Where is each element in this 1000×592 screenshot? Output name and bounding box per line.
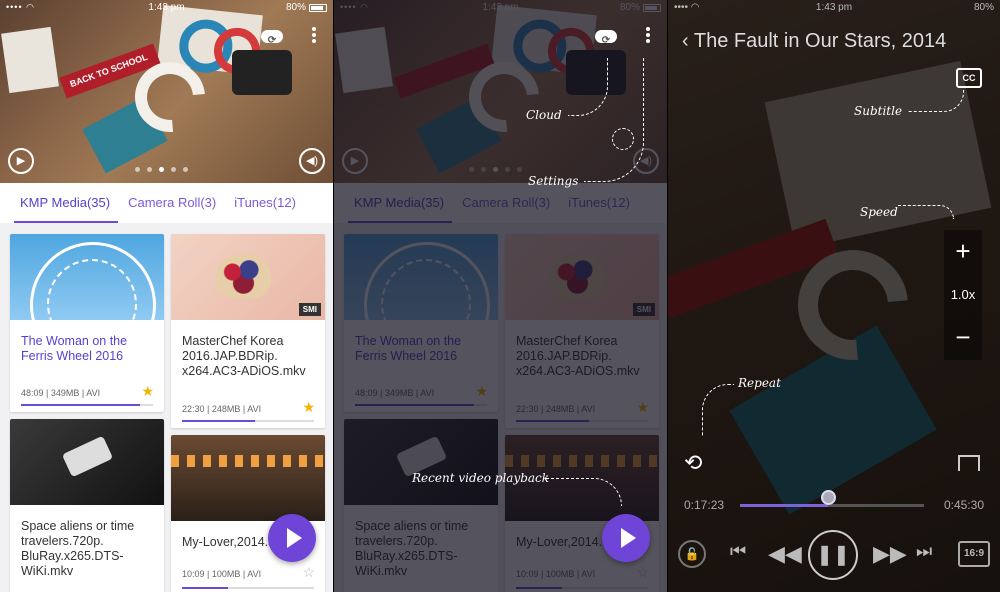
play-banner-icon[interactable]: ▶ xyxy=(8,148,34,174)
video-card[interactable]: The Woman on the Ferris Wheel 2016 48:09… xyxy=(10,234,164,412)
video-card[interactable]: Space aliens or time travelers.720p. Blu… xyxy=(10,419,164,592)
status-time: 1:43 pm xyxy=(148,2,185,13)
cloud-hint: Cloud xyxy=(526,108,562,122)
tab-camera-roll[interactable]: Camera Roll(3) xyxy=(128,183,216,223)
battery-percent: 80% xyxy=(285,2,306,13)
favorite-star-icon[interactable]: ★ xyxy=(141,383,154,400)
cloud-icon[interactable]: ⟳ xyxy=(593,26,619,48)
repeat-icon[interactable]: ⟲ xyxy=(684,450,702,476)
hero-camera xyxy=(232,50,292,95)
video-title: Space aliens or time travelers.720p. Blu… xyxy=(21,519,135,578)
watch-progress xyxy=(182,587,314,589)
volume-icon[interactable]: ◀) xyxy=(299,148,325,174)
player-screen[interactable]: •••• ◠ 1:43 pm 80% ‹ The Fault in Our St… xyxy=(668,0,1000,592)
recent-playback-button[interactable] xyxy=(268,514,316,562)
favorite-star-icon[interactable]: ★ xyxy=(302,399,315,416)
speed-increase-button[interactable]: + xyxy=(944,230,982,273)
library-tabs: KMP Media(35) Camera Roll(3) iTunes(12) xyxy=(0,183,333,223)
subtitle-badge: SMI xyxy=(298,303,321,316)
repeat-hint: Repeat xyxy=(738,376,781,390)
tab-itunes[interactable]: iTunes(12) xyxy=(234,183,296,223)
settings-hint-marker xyxy=(612,128,634,150)
guide-screen: •••• ◠ 1:43 pm 80% ▶ ◀) KMP Media(35) Ca… xyxy=(334,0,667,592)
seek-track[interactable] xyxy=(740,504,924,507)
settings-hint-arrow xyxy=(584,58,644,182)
subtitle-hint: Subtitle xyxy=(854,104,903,118)
carousel-dots[interactable] xyxy=(135,167,188,172)
player-title-bar: ‹ The Fault in Our Stars, 2014 xyxy=(682,30,946,53)
speed-hint: Speed xyxy=(860,205,898,219)
more-options-icon[interactable] xyxy=(309,26,319,46)
status-bar: •••• ◠ 1:43 pm 80% xyxy=(674,2,994,13)
speed-control: + 1.0x − xyxy=(944,230,982,360)
recent-playback-button[interactable] xyxy=(602,514,650,562)
airplay-icon[interactable] xyxy=(958,455,980,471)
lock-icon[interactable]: 🔓 xyxy=(678,540,706,568)
video-meta: 22:30 | 248MB | AVI xyxy=(182,404,262,414)
video-thumbnail xyxy=(10,419,164,505)
pause-icon[interactable]: ❚❚ xyxy=(808,530,858,580)
video-thumbnail xyxy=(10,234,164,320)
subtitle-cc-button[interactable]: CC xyxy=(956,68,982,88)
tab-kmp-media[interactable]: KMP Media(35) xyxy=(13,183,119,223)
favorite-star-icon[interactable]: ☆ xyxy=(302,564,315,581)
next-icon[interactable]: ⏭ xyxy=(916,541,932,562)
remaining-time: 0:45:30 xyxy=(943,498,984,512)
video-title: MasterChef Korea 2016.JAP.BDRip. x264.AC… xyxy=(182,334,306,378)
aspect-ratio-button[interactable]: 16:9 xyxy=(958,541,990,567)
library-screen: •••• ◠ 1:43 pm 80% BACK TO SCHOOL ⟳ ▶ ◀)… xyxy=(0,0,333,592)
watch-progress xyxy=(182,420,314,422)
status-bar: •••• ◠ 1:43 pm 80% xyxy=(0,0,333,16)
playback-controls: 🔓 ⏮ ◀◀ ❚❚ ▶▶ ⏭ 16:9 xyxy=(668,530,1000,580)
watch-progress xyxy=(21,404,153,406)
elapsed-time: 0:17:23 xyxy=(684,498,725,512)
video-thumbnail: SMI xyxy=(171,234,325,320)
previous-icon[interactable]: ⏮ xyxy=(730,541,746,562)
hero-banner[interactable]: BACK TO SCHOOL ⟳ ▶ ◀) xyxy=(0,0,333,183)
fast-forward-icon[interactable]: ▶▶ xyxy=(873,541,907,567)
battery-icon xyxy=(309,3,327,12)
video-card[interactable]: SMI MasterChef Korea 2016.JAP.BDRip. x26… xyxy=(171,234,325,428)
seek-bar[interactable]: 0:17:23 0:45:30 xyxy=(684,490,984,516)
recent-playback-hint: Recent video playback xyxy=(412,471,550,485)
seek-knob[interactable] xyxy=(821,490,837,505)
video-title: The Fault in Our Stars, 2014 xyxy=(693,30,947,52)
speed-decrease-button[interactable]: − xyxy=(944,316,982,359)
video-card[interactable]: My-Lover,2014.a 10:09 | 100MB | AVI ☆ xyxy=(171,435,325,592)
speed-value: 1.0x xyxy=(950,287,976,302)
cloud-icon[interactable]: ⟳ xyxy=(259,26,285,48)
hero-paper xyxy=(1,26,59,94)
speed-hint-arrow xyxy=(898,205,954,219)
video-meta: 10:09 | 100MB | AVI xyxy=(182,569,262,579)
video-title: The Woman on the Ferris Wheel 2016 xyxy=(21,334,128,363)
more-options-icon[interactable] xyxy=(643,26,653,46)
settings-hint: Settings xyxy=(528,174,579,188)
back-icon[interactable]: ‹ xyxy=(682,30,694,52)
video-meta: 48:09 | 349MB | AVI xyxy=(21,388,101,398)
rewind-icon[interactable]: ◀◀ xyxy=(768,541,802,567)
video-thumbnail xyxy=(171,435,325,521)
